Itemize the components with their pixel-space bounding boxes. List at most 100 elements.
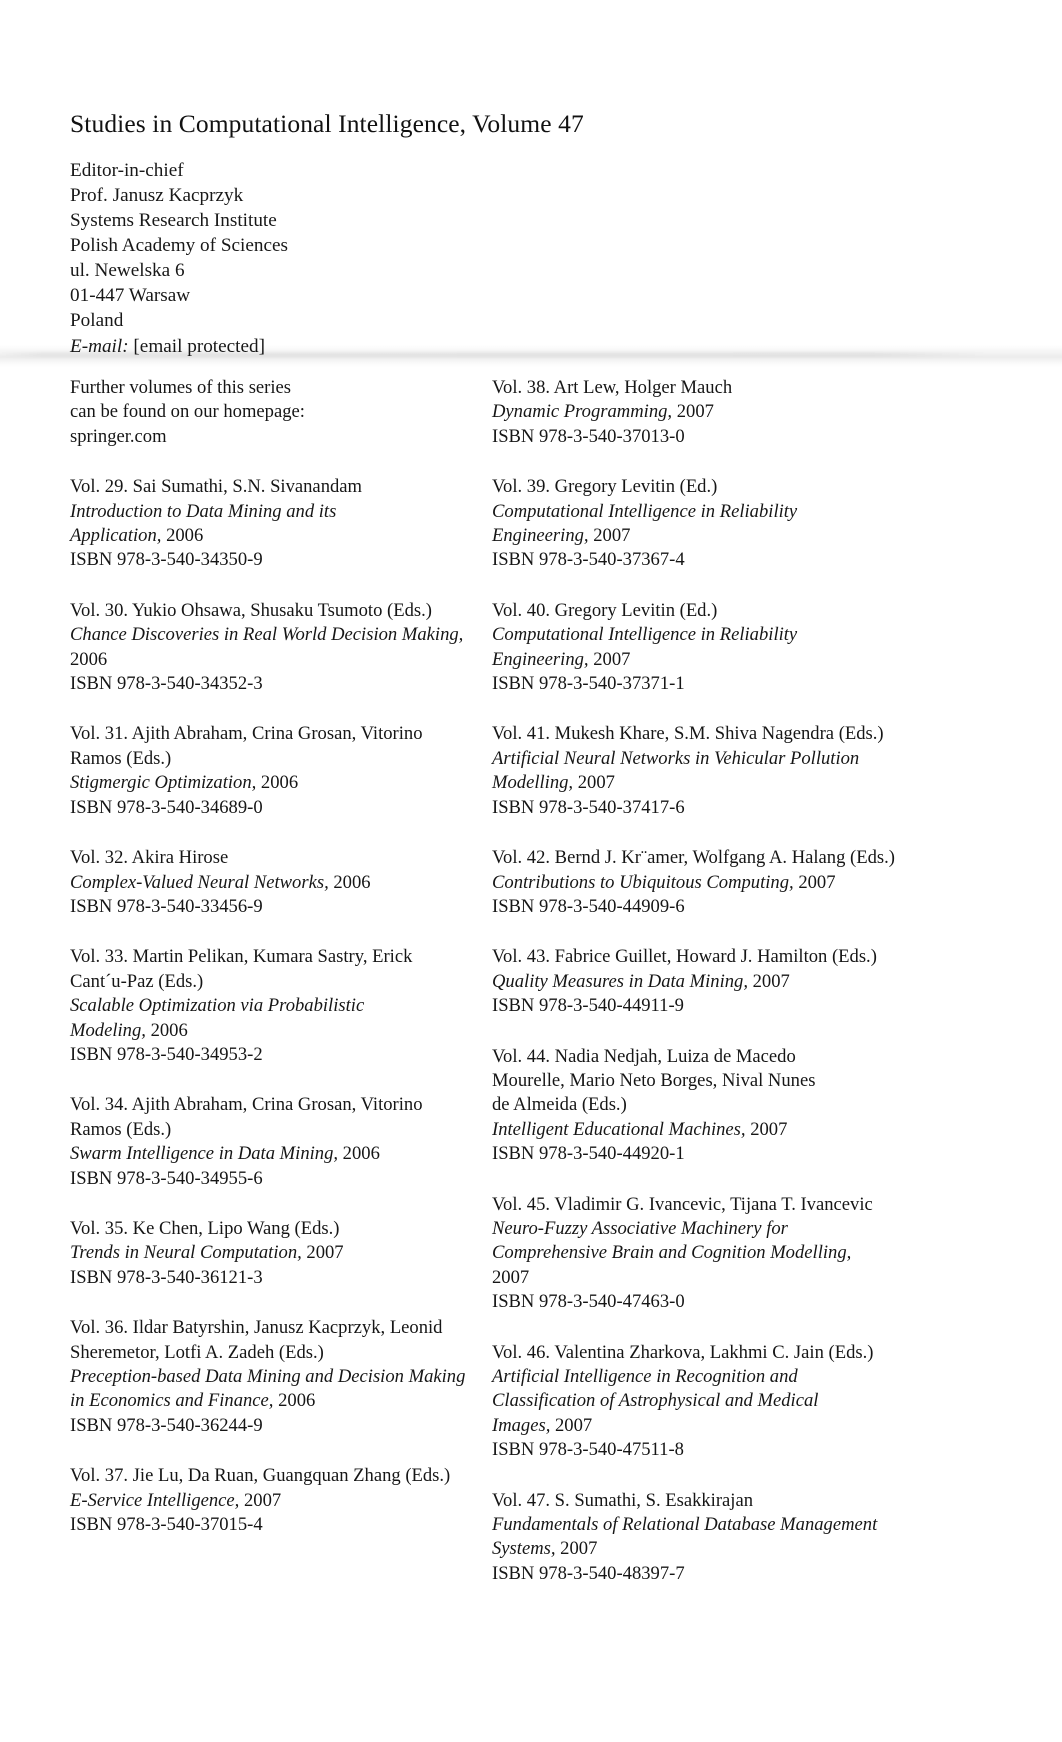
entry-isbn: ISBN 978-3-540-47511-8 bbox=[492, 1439, 684, 1461]
entry-authors: Vol. 38. Art Lew, Holger Mauch bbox=[492, 377, 733, 398]
email-label: E-mail: bbox=[70, 335, 129, 357]
entry-year: 2007 bbox=[588, 525, 631, 547]
entry-title-line: Images, 2007 bbox=[492, 1414, 922, 1438]
volume-entry: Vol. 35. Ke Chen, Lipo Wang (Eds.) Trends… bbox=[70, 1217, 490, 1290]
volume-entry: Vol. 44. Nadia Nedjah, Luiza de Macedo Mo… bbox=[492, 1045, 922, 1167]
entry-title-line: Comprehensive Brain and Cognition Modell… bbox=[492, 1241, 922, 1265]
entry-title: Modelling, bbox=[492, 772, 574, 794]
entry-authors: Vol. 29. Sai Sumathi, S.N. Sivanandam bbox=[70, 476, 362, 498]
entry-authors: Vol. 46. Valentina Zharkova, Lakhmi C. J… bbox=[492, 1341, 874, 1363]
entry-title: Intelligent Educational Machines, bbox=[492, 1118, 746, 1140]
entry-authors: Vol. 34. Ajith Abraham, Crina Grosan, Vi… bbox=[70, 1094, 423, 1116]
entry-authors: Vol. 36. Ildar Batyrshin, Janusz Kacprzy… bbox=[70, 1317, 443, 1339]
entry-title: Artificial Neural Networks in Vehicular … bbox=[492, 747, 860, 769]
entry-authors: Vol. 37. Jie Lu, Da Ruan, Guangquan Zhan… bbox=[70, 1465, 451, 1487]
entry-authors: Vol. 43. Fabrice Guillet, Howard J. Hami… bbox=[492, 946, 877, 968]
entry-isbn: ISBN 978-3-540-37417-6 bbox=[492, 796, 685, 818]
volume-entry: Vol. 36. Ildar Batyrshin, Janusz Kacprzy… bbox=[70, 1316, 490, 1438]
entry-authors: Vol. 32. Akira Hirose bbox=[70, 847, 229, 869]
entry-authors: Vol. 47. S. Sumathi, S. Esakkirajan bbox=[492, 1489, 754, 1511]
entry-isbn: ISBN 978-3-540-37013-0 bbox=[492, 425, 685, 447]
entry-year: 2006 bbox=[273, 1390, 316, 1412]
entry-isbn: ISBN 978-3-540-36244-9 bbox=[70, 1414, 263, 1436]
entry-authors: Vol. 41. Mukesh Khare, S.M. Shiva Nagend… bbox=[492, 723, 884, 745]
entry-title: Images, bbox=[492, 1414, 551, 1436]
entry-title-line: Fundamentals of Relational Database Mana… bbox=[492, 1513, 922, 1537]
entry-isbn: ISBN 978-3-540-37015-4 bbox=[70, 1514, 263, 1536]
entry-year: 2007 bbox=[550, 1414, 593, 1436]
entry-authors: Vol. 31. Ajith Abraham, Crina Grosan, Vi… bbox=[70, 723, 423, 745]
entry-year: 2007 bbox=[747, 970, 790, 992]
entry-title-line: Quality Measures in Data Mining, 2007 bbox=[492, 970, 922, 994]
page-title: Studies in Computational Intelligence, V… bbox=[70, 109, 584, 138]
entry-title: Computational Intelligence in Reliabilit… bbox=[492, 624, 798, 646]
entry-title: Introduction to Data Mining and its bbox=[70, 500, 337, 522]
entry-year: 2006 bbox=[145, 1019, 188, 1041]
editor-street: ul. Newelska 6 bbox=[70, 260, 185, 282]
entry-year: 2006 bbox=[328, 871, 371, 893]
entry-isbn: ISBN 978-3-540-37371-1 bbox=[492, 673, 685, 695]
entry-isbn: ISBN 978-3-540-34955-6 bbox=[70, 1167, 263, 1189]
entry-isbn: ISBN 978-3-540-37367-4 bbox=[492, 549, 685, 571]
entry-title-line: Engineering, 2007 bbox=[492, 524, 922, 548]
entry-year: 2006 bbox=[256, 772, 299, 794]
entry-isbn: ISBN 978-3-540-34689-0 bbox=[70, 796, 263, 818]
entry-title-line: Complex-Valued Neural Networks, 2006 bbox=[70, 871, 490, 895]
entry-isbn: ISBN 978-3-540-44909-6 bbox=[492, 895, 685, 917]
intro-line-2: can be found on our homepage: bbox=[70, 401, 305, 423]
entry-authors: Vol. 42. Bernd J. Kr¨amer, Wolfgang A. H… bbox=[492, 847, 895, 869]
entry-isbn: ISBN 978-3-540-48397-7 bbox=[492, 1562, 685, 1584]
volume-entry: Vol. 33. Martin Pelikan, Kumara Sastry, … bbox=[70, 945, 490, 1067]
entry-title: Modeling, bbox=[70, 1019, 146, 1041]
editor-info-block: Editor-in-chief Prof. Janusz Kacprzyk Sy… bbox=[70, 158, 970, 359]
entry-title-line: Chance Discoveries in Real World Decisio… bbox=[70, 623, 490, 647]
entry-title: Classification of Astrophysical and Medi… bbox=[492, 1390, 819, 1412]
entry-title-line: in Economics and Finance, 2006 bbox=[70, 1389, 490, 1413]
volume-entry: Vol. 30. Yukio Ohsawa, Shusaku Tsumoto (… bbox=[70, 599, 490, 697]
right-entry-list: Vol. 38. Art Lew, Holger Mauch Dynamic Pr… bbox=[492, 376, 922, 1586]
intro-line-3: springer.com bbox=[70, 425, 167, 447]
email-value: [email protected] bbox=[133, 335, 265, 357]
volume-entry: Vol. 40. Gregory Levitin (Ed.) Computatio… bbox=[492, 599, 922, 697]
editor-role: Editor-in-chief bbox=[70, 159, 184, 181]
entry-isbn: ISBN 978-3-540-33456-9 bbox=[70, 895, 263, 917]
entry-authors: Vol. 40. Gregory Levitin (Ed.) bbox=[492, 599, 718, 621]
entry-authors: Vol. 35. Ke Chen, Lipo Wang (Eds.) bbox=[70, 1217, 340, 1239]
entry-title-line: Introduction to Data Mining and its bbox=[70, 500, 490, 524]
editor-email-line: E-mail: [email protected] bbox=[70, 334, 970, 359]
entry-isbn: ISBN 978-3-540-34352-3 bbox=[70, 673, 263, 695]
entry-authors-cont: Cant´u-Paz (Eds.) bbox=[70, 970, 204, 992]
entry-year: 2007 bbox=[672, 401, 714, 423]
entry-title-line: Neuro-Fuzzy Associative Machinery for bbox=[492, 1217, 922, 1241]
entry-title-line: Classification of Astrophysical and Medi… bbox=[492, 1389, 922, 1413]
volume-entry: Vol. 31. Ajith Abraham, Crina Grosan, Vi… bbox=[70, 722, 490, 820]
entry-title: Quality Measures in Data Mining, bbox=[492, 970, 748, 992]
entry-title-line: Computational Intelligence in Reliabilit… bbox=[492, 500, 922, 524]
entry-title: Engineering, bbox=[492, 648, 589, 670]
volume-entry: Vol. 45. Vladimir G. Ivancevic, Tijana T… bbox=[492, 1193, 922, 1315]
entry-authors: Vol. 33. Martin Pelikan, Kumara Sastry, … bbox=[70, 946, 413, 968]
editor-postal-city: 01-447 Warsaw bbox=[70, 285, 191, 307]
left-column: Further volumes of this series can be fo… bbox=[70, 376, 490, 1563]
entry-title-line: Computational Intelligence in Reliabilit… bbox=[492, 623, 922, 647]
entry-title: Stigmergic Optimization, bbox=[70, 772, 257, 794]
volume-entry: Vol. 43. Fabrice Guillet, Howard J. Hami… bbox=[492, 945, 922, 1018]
entry-title-line: Modeling, 2006 bbox=[70, 1019, 490, 1043]
entry-year: 2007 bbox=[793, 871, 836, 893]
entry-title: Artificial Intelligence in Recognition a… bbox=[492, 1366, 798, 1387]
entry-isbn: ISBN 978-3-540-34953-2 bbox=[70, 1043, 263, 1065]
entry-title: Dynamic Programming, bbox=[492, 401, 673, 423]
entry-year: 2007 bbox=[301, 1242, 344, 1264]
entry-title-line: Artificial Neural Networks in Vehicular … bbox=[492, 747, 922, 771]
entry-year: 2006 bbox=[338, 1143, 380, 1165]
entry-title-line: Preception-based Data Mining and Decisio… bbox=[70, 1365, 490, 1389]
editor-name: Prof. Janusz Kacprzyk bbox=[70, 184, 244, 206]
volume-entry: Vol. 38. Art Lew, Holger Mauch Dynamic Pr… bbox=[492, 376, 922, 449]
entry-year: 2007 bbox=[239, 1489, 282, 1511]
volume-entry: Vol. 42. Bernd J. Kr¨amer, Wolfgang A. H… bbox=[492, 846, 922, 919]
entry-isbn: ISBN 978-3-540-34350-9 bbox=[70, 549, 263, 571]
entry-authors-cont: de Almeida (Eds.) bbox=[492, 1094, 627, 1116]
entry-title: Complex-Valued Neural Networks, bbox=[70, 871, 329, 893]
entry-title: Chance Discoveries in Real World Decisio… bbox=[70, 624, 464, 646]
entry-isbn: ISBN 978-3-540-47463-0 bbox=[492, 1291, 685, 1313]
